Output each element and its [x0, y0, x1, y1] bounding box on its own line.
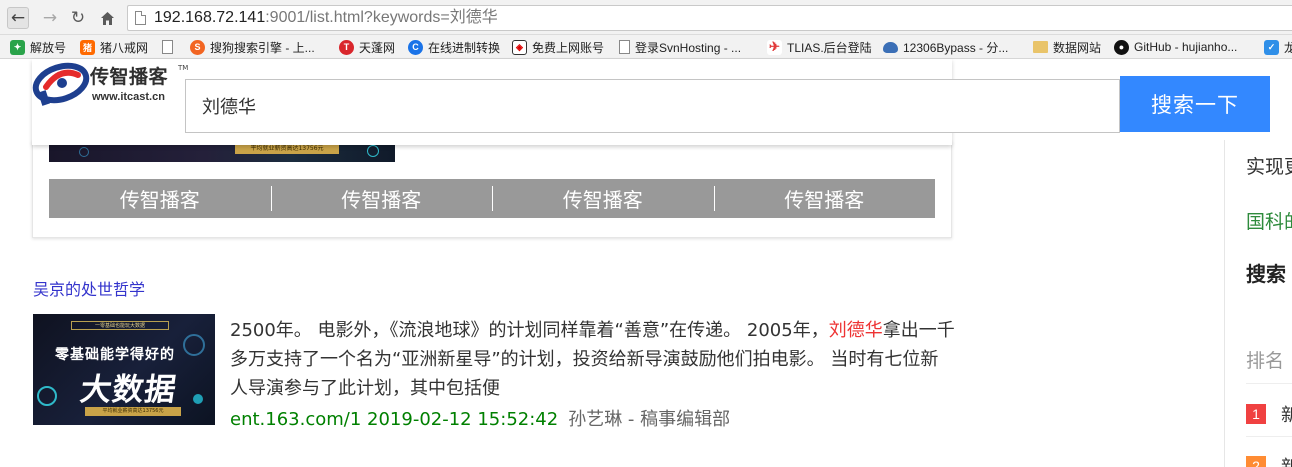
- tianpeng-icon: T: [339, 39, 354, 55]
- thumbnail-headline: 零基础能学得好的: [55, 347, 175, 363]
- bookmark-blank[interactable]: [162, 38, 178, 56]
- decoration-ring: [37, 386, 57, 406]
- search-input[interactable]: [185, 79, 1120, 133]
- bookmark-label: 天蓬网: [359, 40, 396, 55]
- bookmark-label: 猪八戒网: [100, 40, 149, 55]
- bookmark-label: GitHub - hujianho...: [1134, 40, 1238, 54]
- banner-card: 平均就业薪资高达13756元 传智播客 传智播客 传智播客 传智播客: [32, 140, 952, 238]
- rank-text: 新: [1281, 453, 1292, 467]
- bookmark-label: TLIAS.后台登陆: [787, 40, 872, 55]
- rank-text: 新: [1281, 401, 1292, 427]
- divider: [1246, 436, 1292, 437]
- bookmark-label: 解放号: [30, 40, 67, 55]
- sidebar-text: 实现更: [1246, 156, 1292, 178]
- bookmark-tlias[interactable]: ✈ TLIAS.后台登陆: [767, 38, 872, 56]
- snippet-text: 2500年。 电影外，《流浪地球》的计划同样靠着“善意”在传递。 2005年，: [230, 320, 829, 341]
- bookmark-long[interactable]: ✓ 龙: [1264, 38, 1292, 56]
- tab-bar: 传智播客 传智播客 传智播客 传智播客: [49, 179, 935, 218]
- rank-item[interactable]: 1 新: [1246, 401, 1292, 427]
- bookmark-zbj[interactable]: 猪 猪八戒网: [80, 38, 148, 56]
- result-thumbnail[interactable]: 一零基础也能玩大数据 零基础能学得好的 大数据 平均就业薪资高达13756元: [33, 314, 215, 425]
- bookmark-label: 登录SvnHosting - ...: [635, 40, 742, 55]
- tab-itcast-2[interactable]: 传智播客: [270, 179, 493, 218]
- result-title-link[interactable]: 吴京的处世哲学: [33, 276, 145, 300]
- decoration-ring: [183, 334, 205, 356]
- browser-nav-bar: ← → ↻ 192.168.72.141:9001/list.html?keyw…: [0, 0, 1292, 35]
- itcast-logo-icon: [32, 62, 90, 106]
- reload-icon[interactable]: ↻: [67, 7, 89, 29]
- thumbnail-tag: 一零基础也能玩大数据: [71, 321, 169, 330]
- result-url[interactable]: ent.163.com/1 2019-02-12 15:52:42: [230, 409, 558, 430]
- page-icon: [162, 40, 173, 54]
- jiefanghao-icon: ✦: [10, 39, 25, 55]
- home-icon[interactable]: [96, 7, 118, 29]
- tab-itcast-3[interactable]: 传智播客: [492, 179, 714, 218]
- decoration-ring: [79, 147, 89, 157]
- cloud-icon: [883, 41, 898, 53]
- bookmark-icon: ✓: [1264, 39, 1279, 55]
- folder-icon: [1033, 41, 1048, 53]
- bookmark-svnhosting[interactable]: 登录SvnHosting - ...: [619, 38, 741, 56]
- thumbnail-gold-text: 平均就业薪资高达13756元: [85, 407, 181, 416]
- search-header: 传智播客 TM www.itcast.cn: [32, 59, 1120, 145]
- right-sidebar: 实现更 国科的 搜索 排名 1 新 2 新: [1224, 140, 1292, 467]
- bookmark-github[interactable]: ● GitHub - hujianho...: [1114, 38, 1237, 56]
- sidebar-link[interactable]: 国科的: [1246, 207, 1292, 234]
- banner-gold-text: 平均就业薪资高达13756元: [235, 144, 339, 154]
- page-icon: [619, 40, 630, 54]
- tab-itcast-4[interactable]: 传智播客: [713, 179, 936, 218]
- rank-number: 2: [1246, 456, 1266, 467]
- itcast-logo[interactable]: 传智播客 TM www.itcast.cn: [32, 59, 188, 109]
- decoration-ring: [367, 145, 379, 157]
- zbj-icon: 猪: [80, 39, 95, 55]
- address-bar[interactable]: 192.168.72.141:9001/list.html?keywords=刘…: [127, 5, 1292, 31]
- bookmark-label: 在线进制转换: [428, 40, 501, 55]
- bookmarks-bar: ✦ 解放号 猪 猪八戒网 S 搜狗搜索引擎 - 上... T 天蓬网 C 在线进…: [0, 35, 1292, 59]
- bookmark-tianpeng[interactable]: T 天蓬网: [339, 38, 395, 56]
- converter-icon: C: [408, 39, 423, 55]
- account-icon: ◈: [512, 39, 527, 55]
- logo-url: www.itcast.cn: [92, 91, 165, 103]
- arrow-right-icon[interactable]: →: [39, 7, 61, 29]
- bookmark-converter[interactable]: C 在线进制转换: [408, 38, 500, 56]
- address-host: 192.168.72.141: [154, 9, 266, 26]
- bookmark-label: 数据网站: [1053, 40, 1102, 55]
- logo-text: 传智播客: [90, 66, 169, 88]
- rank-header: 排名: [1246, 350, 1285, 372]
- rank-number: 1: [1246, 404, 1266, 424]
- search-button[interactable]: 搜索一下: [1120, 76, 1270, 132]
- github-icon: ●: [1114, 39, 1129, 55]
- bookmark-label: 免费上网账号: [532, 40, 605, 55]
- bookmark-jiefanghao[interactable]: ✦ 解放号: [10, 38, 66, 56]
- arrow-left-icon[interactable]: ←: [7, 7, 29, 29]
- keyword-highlight: 刘德华: [828, 320, 883, 341]
- rank-item[interactable]: 2 新: [1246, 453, 1292, 467]
- logo-trademark: TM: [178, 64, 189, 72]
- thumbnail-big-text: 大数据: [77, 372, 180, 408]
- tlias-icon: ✈: [767, 39, 782, 55]
- sidebar-heading: 搜索: [1246, 262, 1286, 286]
- divider: [1246, 383, 1292, 384]
- bookmark-12306bypass[interactable]: 12306Bypass - 分...: [883, 38, 1008, 56]
- bookmark-label: 搜狗搜索引擎 - 上...: [210, 40, 315, 55]
- bookmark-label: 12306Bypass - 分...: [903, 40, 1009, 55]
- page-icon: [135, 11, 146, 25]
- address-path: :9001/list.html?keywords=刘德华: [265, 9, 498, 26]
- decoration-dot: [193, 394, 203, 404]
- tab-itcast-1[interactable]: 传智播客: [49, 179, 271, 218]
- result-snippet: 2500年。 电影外，《流浪地球》的计划同样靠着“善意”在传递。 2005年，刘…: [230, 316, 956, 403]
- bookmark-label: 龙: [1284, 39, 1292, 56]
- sogou-icon: S: [190, 39, 205, 55]
- result-meta: ent.163.com/1 2019-02-12 15:52:42 孙艺琳 - 稿…: [230, 405, 730, 431]
- bookmark-data-sites[interactable]: 数据网站: [1033, 38, 1101, 56]
- bookmark-account[interactable]: ◈ 免费上网账号: [512, 38, 604, 56]
- bookmark-sogou[interactable]: S 搜狗搜索引擎 - 上...: [190, 38, 315, 56]
- result-author: 孙艺琳 - 稿事编辑部: [568, 409, 731, 430]
